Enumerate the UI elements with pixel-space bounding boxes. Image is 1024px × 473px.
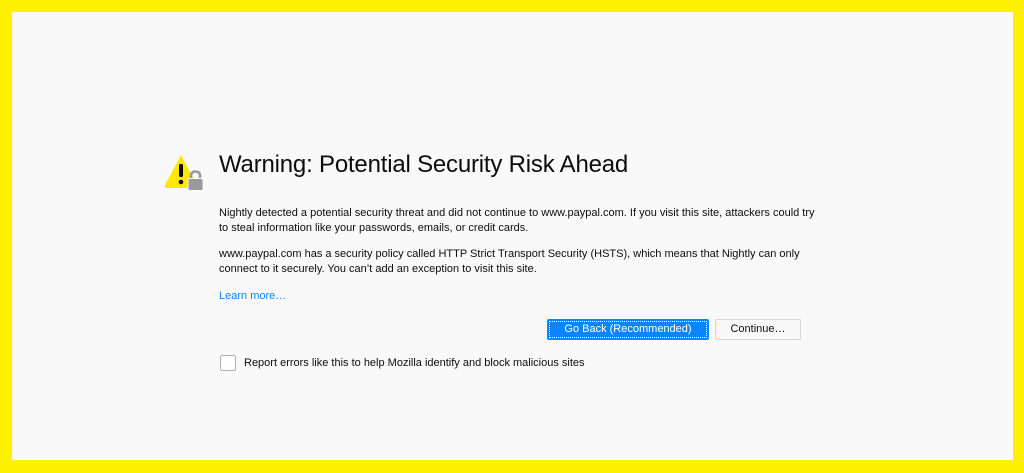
- go-back-button[interactable]: Go Back (Recommended): [547, 319, 709, 340]
- security-warning-page: Warning: Potential Security Risk Ahead N…: [12, 12, 1013, 460]
- continue-button[interactable]: Continue…: [715, 319, 801, 340]
- error-description: Nightly detected a potential security th…: [219, 207, 815, 234]
- report-errors-label[interactable]: Report errors like this to help Mozilla …: [244, 356, 585, 371]
- report-errors-checkbox[interactable]: [220, 355, 236, 371]
- lock-icon: [187, 170, 204, 191]
- page-title: Warning: Potential Security Risk Ahead: [219, 151, 629, 178]
- hsts-description: www.paypal.com has a security policy cal…: [219, 248, 800, 275]
- warning-lock-icon: [164, 155, 204, 191]
- learn-more-link[interactable]: Learn more…: [219, 289, 286, 304]
